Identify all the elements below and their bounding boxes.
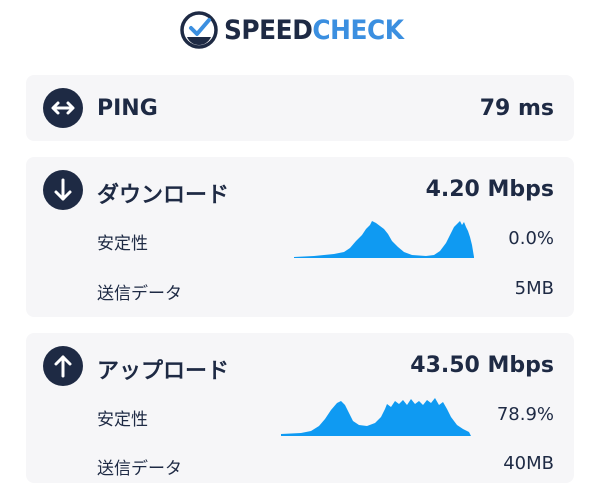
download-card: ダウンロード 4.20 Mbps 安定性 0.0% 送信データ 5MB bbox=[26, 157, 574, 317]
upload-data-value: 40MB bbox=[503, 453, 554, 474]
download-stability-label: 安定性 bbox=[97, 234, 148, 254]
ping-label: PING bbox=[97, 96, 158, 121]
download-value: 4.20 Mbps bbox=[425, 177, 554, 202]
upload-card: アップロード 43.50 Mbps 安定性 78.9% 送信データ 40MB bbox=[26, 333, 574, 483]
download-data-value: 5MB bbox=[514, 278, 554, 299]
download-stability-value: 0.0% bbox=[508, 228, 554, 249]
download-arrow-icon bbox=[43, 170, 83, 210]
upload-speed-graph bbox=[281, 398, 471, 436]
logo-text-check: CHECK bbox=[312, 14, 405, 46]
speedcheck-logo: SPEEDCHECK bbox=[180, 11, 419, 49]
upload-arrow-icon bbox=[43, 346, 83, 386]
upload-stability-label: 安定性 bbox=[97, 410, 148, 430]
speedometer-check-icon bbox=[180, 11, 219, 49]
download-speed-graph bbox=[294, 221, 474, 258]
upload-stability-value: 78.9% bbox=[496, 404, 554, 425]
upload-value: 43.50 Mbps bbox=[410, 353, 554, 378]
ping-value: 79 ms bbox=[479, 96, 554, 121]
upload-data-label: 送信データ bbox=[97, 459, 182, 479]
logo-wordmark: SPEEDCHECK bbox=[224, 15, 404, 46]
logo-text-speed: SPEED bbox=[224, 14, 313, 46]
ping-arrows-icon bbox=[43, 88, 83, 128]
download-label: ダウンロード bbox=[97, 183, 230, 208]
download-data-label: 送信データ bbox=[97, 284, 182, 304]
upload-label: アップロード bbox=[97, 359, 230, 384]
ping-card: PING 79 ms bbox=[26, 75, 574, 141]
app-header: SPEEDCHECK bbox=[0, 0, 600, 60]
